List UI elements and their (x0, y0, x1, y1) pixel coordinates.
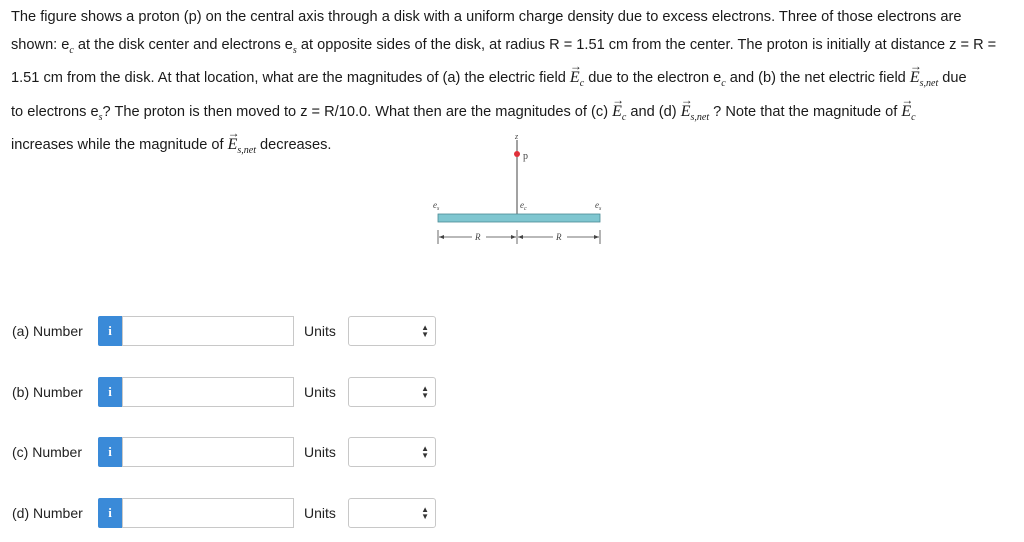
units-select-b[interactable]: ▲ ▼ (348, 377, 436, 407)
z-axis-label: z (514, 132, 519, 141)
problem-text: and (b) the net electric field (725, 70, 910, 86)
subscript: s,net (919, 78, 939, 89)
select-arrows-icon: ▲ ▼ (421, 384, 429, 400)
problem-text: The figure shows a proton (p) on the cen… (11, 9, 962, 25)
answer-row-b: (b) Number i Units ▲ ▼ (12, 376, 436, 408)
units-label: Units (304, 323, 336, 339)
problem-text: at the disk center and electrons e (73, 36, 293, 53)
select-arrows-icon: ▲ ▼ (421, 505, 429, 521)
answer-label: (a) Number (12, 323, 83, 339)
number-input-b[interactable] (122, 377, 294, 407)
units-select-c[interactable]: ▲ ▼ (348, 437, 436, 467)
number-input-a[interactable] (122, 316, 294, 346)
answer-label: (d) Number (12, 505, 83, 521)
vector-e: E (681, 87, 693, 126)
dim-arrowhead (511, 235, 516, 239)
answer-label: (b) Number (12, 384, 83, 400)
problem-text: due to the electron e (584, 70, 722, 86)
answer-row-c: (c) Number i Units ▲ ▼ (12, 436, 436, 468)
problem-line-1: The figure shows a proton (p) on the cen… (11, 4, 1019, 32)
problem-line-4: to electrons es? The proton is then move… (11, 87, 1019, 132)
radius-label-right: R (555, 232, 562, 242)
info-icon[interactable]: i (98, 498, 122, 528)
info-icon[interactable]: i (98, 437, 122, 467)
problem-text: ? Note that the magnitude of (709, 103, 902, 120)
problem-text: shown: e (11, 36, 70, 53)
dim-arrowhead (439, 235, 444, 239)
proton-dot (514, 151, 520, 157)
units-label: Units (304, 505, 336, 521)
units-select-a[interactable]: ▲ ▼ (348, 316, 436, 346)
answer-label: (c) Number (12, 444, 83, 460)
units-select-d[interactable]: ▲ ▼ (348, 498, 436, 528)
problem-text: and (d) (626, 103, 681, 120)
problem-text: at opposite sides of the disk, at radius… (296, 36, 997, 53)
vector-e: E (570, 53, 582, 92)
problem-text: 1.51 cm from the disk. At that location,… (11, 70, 570, 86)
units-label: Units (304, 384, 336, 400)
info-icon[interactable]: i (98, 316, 122, 346)
number-input-c[interactable] (122, 437, 294, 467)
subscript: s,net (690, 111, 710, 123)
problem-line-2: shown: ec at the disk center and electro… (11, 32, 1019, 65)
number-input-d[interactable] (122, 498, 294, 528)
select-arrows-icon: ▲ ▼ (421, 444, 429, 460)
problem-line-3: 1.51 cm from the disk. At that location,… (11, 53, 1019, 98)
dim-arrowhead (518, 235, 523, 239)
answer-row-d: (d) Number i Units ▲ ▼ (12, 497, 436, 529)
problem-text: decreases. (256, 137, 332, 153)
electron-ec-label: ec (520, 200, 527, 212)
proton-label: p (523, 151, 528, 162)
radius-label-left: R (474, 232, 481, 242)
problem-text: increases while the magnitude of (11, 137, 228, 153)
select-arrows-icon: ▲ ▼ (421, 323, 429, 339)
charged-disk (437, 213, 601, 223)
answer-row-a: (a) Number i Units ▲ ▼ (12, 315, 436, 347)
units-label: Units (304, 444, 336, 460)
electron-es-right-label: es (595, 200, 602, 212)
vector-e: E (228, 120, 240, 159)
electron-es-left-label: es (433, 200, 440, 212)
problem-text: to electrons e (11, 103, 99, 120)
subscript: s,net (237, 145, 256, 156)
problem-text: ? The proton is then moved to z = R/10.0… (102, 103, 613, 120)
problem-text: due (938, 70, 967, 86)
disk-figure: z p es ec es R R (433, 132, 602, 244)
info-icon[interactable]: i (98, 377, 122, 407)
dim-arrowhead (594, 235, 599, 239)
vector-e: E (612, 87, 624, 126)
vector-e: E (901, 87, 913, 126)
